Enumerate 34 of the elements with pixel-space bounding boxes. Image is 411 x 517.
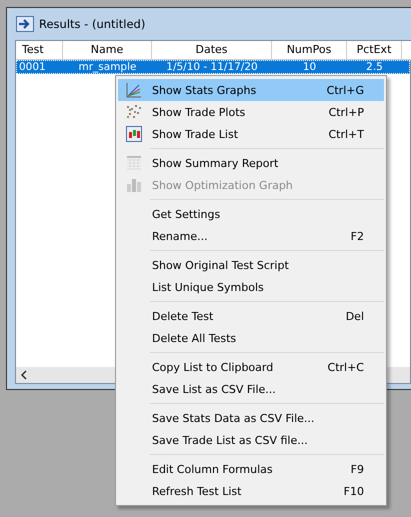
table-row[interactable]: 0001 mr_sample 1/5/10 - 11/17/20 10 2.5 bbox=[16, 60, 410, 74]
column-header[interactable]: Dates bbox=[152, 41, 272, 60]
menu-item[interactable]: Save List as CSV File... bbox=[118, 378, 384, 400]
column-header[interactable]: Test bbox=[16, 41, 63, 60]
menu-item[interactable]: Get Settings bbox=[118, 203, 384, 225]
window-title: Results - (untitled) bbox=[39, 17, 146, 31]
column-header[interactable]: Name bbox=[63, 41, 152, 60]
menu-item[interactable]: Delete All Tests bbox=[118, 327, 384, 349]
menu-item[interactable]: Show Summary Report bbox=[118, 152, 384, 174]
menu-item[interactable]: Save Stats Data as CSV File... bbox=[118, 407, 384, 429]
table-cell-text: 1/5/10 - 11/17/20 bbox=[165, 60, 259, 74]
menu-item[interactable]: Show Stats Graphs Ctrl+G bbox=[118, 79, 384, 101]
menu-item[interactable]: Show Trade Plots Ctrl+P bbox=[118, 101, 384, 123]
table-cell-text: 10 bbox=[302, 60, 318, 74]
column-header[interactable]: NumPos bbox=[272, 41, 347, 60]
table-icon bbox=[126, 155, 142, 171]
table-cell-text: 2.5 bbox=[365, 60, 384, 74]
menu-item[interactable]: Copy List to Clipboard Ctrl+C bbox=[118, 356, 384, 378]
bar-chart-icon bbox=[126, 177, 142, 193]
menu-item[interactable]: Edit Column Formulas F9 bbox=[118, 458, 384, 480]
menu-item[interactable]: Refresh Test List F10 bbox=[118, 480, 384, 502]
menu-item[interactable]: Show Trade List Ctrl+T bbox=[118, 123, 384, 145]
menu-item[interactable]: Show Original Test Script bbox=[118, 254, 384, 276]
scatter-plot-icon bbox=[126, 104, 142, 120]
app-icon bbox=[16, 16, 34, 32]
menu-item[interactable]: List Unique Symbols bbox=[118, 276, 384, 298]
line-chart-icon bbox=[126, 82, 142, 98]
menu-item[interactable]: Save Trade List as CSV file... bbox=[118, 429, 384, 451]
menu-item[interactable]: Rename... F2 bbox=[118, 225, 384, 247]
table-cell-text: mr_sample bbox=[78, 60, 138, 74]
table-cell-text: 0001 bbox=[18, 60, 47, 74]
column-header[interactable]: PctExt bbox=[347, 41, 402, 60]
menu-item[interactable]: Delete Test Del bbox=[118, 305, 384, 327]
candlestick-icon bbox=[126, 126, 142, 142]
